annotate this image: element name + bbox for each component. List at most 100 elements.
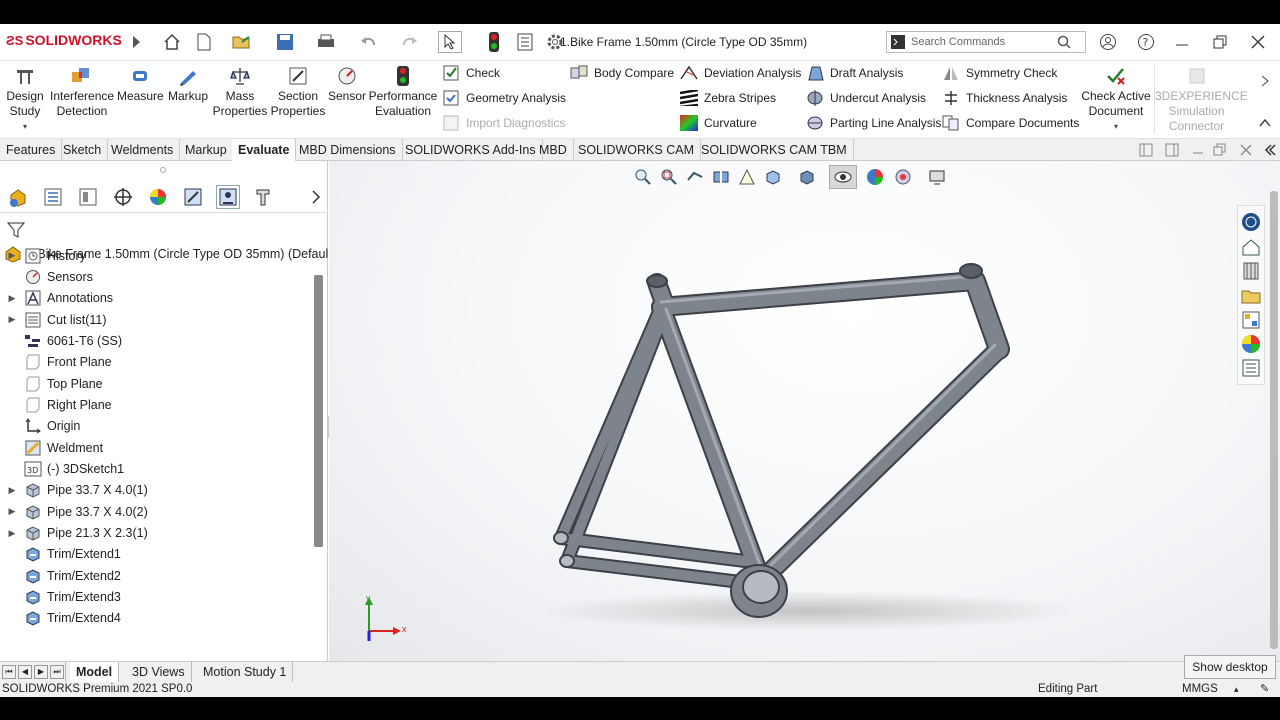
expand-arrow-icon[interactable]: ▶ — [6, 293, 18, 304]
thickness-analysis-button[interactable]: Thickness Analysis — [942, 88, 1067, 108]
curvature-button[interactable]: Curvature — [680, 113, 757, 133]
deviation-analysis-button[interactable]: Deviation Analysis — [680, 63, 801, 83]
tab-motion-study-1[interactable]: Motion Study 1 — [197, 662, 294, 682]
zoom-to-area-icon[interactable] — [659, 167, 679, 187]
zebra-stripes-button[interactable]: Zebra Stripes — [680, 88, 776, 108]
mass-properties-button[interactable]: Mass Properties — [212, 65, 268, 119]
expand-menu-arrow-icon[interactable] — [126, 32, 146, 52]
customize-icon[interactable]: ✎ — [1260, 682, 1269, 697]
expand-arrow-icon[interactable]: ▶ — [6, 528, 18, 539]
tree-vertical-scrollbar[interactable] — [314, 275, 323, 547]
expand-arrow-icon[interactable]: ▶ — [6, 314, 18, 325]
bike-frame-model[interactable] — [509, 231, 1069, 661]
dynamic-annotation-views-icon[interactable] — [737, 167, 757, 187]
display-style-icon[interactable] — [797, 167, 817, 187]
new-document-icon[interactable] — [194, 32, 214, 52]
zoom-to-fit-icon[interactable] — [633, 167, 653, 187]
tab-evaluate[interactable]: Evaluate — [232, 139, 297, 161]
cam-operation-tree-icon[interactable] — [216, 185, 240, 209]
viewport-scrollbar-thumb[interactable] — [1270, 191, 1278, 649]
search-commands-input[interactable]: Search Commands — [886, 31, 1086, 53]
close-icon[interactable] — [1248, 32, 1268, 52]
user-account-icon[interactable] — [1098, 32, 1118, 52]
edit-appearance-icon[interactable] — [865, 167, 885, 187]
view-palette-icon[interactable] — [1241, 310, 1261, 330]
section-properties-button[interactable]: Section Properties — [270, 65, 326, 119]
section-view-icon[interactable] — [711, 167, 731, 187]
cam-feature-tree-icon[interactable] — [181, 185, 205, 209]
tree-node-annotations[interactable]: ▶ Annotations — [0, 288, 113, 309]
tree-node-trim-extend2[interactable]: Trim/Extend2 — [0, 565, 121, 586]
check-button[interactable]: Check — [442, 63, 500, 83]
help-icon[interactable]: ? — [1136, 32, 1156, 52]
panel-grip-icon[interactable] — [160, 167, 166, 173]
tile-left-icon[interactable] — [1136, 140, 1156, 160]
graphics-area[interactable]: y x — [329, 161, 1280, 661]
task-pane-collapse-icon[interactable] — [1262, 140, 1278, 160]
dropdown-arrow-icon[interactable]: ▾ — [4, 119, 46, 134]
tree-node-trim-extend4[interactable]: Trim/Extend4 — [0, 608, 121, 629]
tab-mbd-dimensions[interactable]: MBD Dimensions — [293, 139, 403, 161]
restore-icon[interactable] — [1210, 32, 1230, 52]
save-icon[interactable] — [275, 32, 295, 52]
tab-solidworks-cam-tbm[interactable]: SOLIDWORKS CAM TBM — [695, 139, 854, 161]
tab-3d-views[interactable]: 3D Views — [126, 662, 192, 682]
print-icon[interactable] — [316, 32, 336, 52]
hide-show-items-icon[interactable] — [829, 165, 857, 189]
property-manager-icon[interactable] — [41, 185, 65, 209]
draft-analysis-button[interactable]: Draft Analysis — [806, 63, 903, 83]
view-orientation-icon[interactable] — [763, 167, 783, 187]
appearances-scenes-icon[interactable] — [1241, 334, 1261, 354]
viewport-scrollbar-track[interactable] — [1270, 191, 1278, 649]
tab-markup[interactable]: Markup — [179, 139, 234, 161]
design-library-icon[interactable] — [1241, 261, 1261, 281]
expand-arrow-icon[interactable]: ▶ — [6, 506, 18, 517]
sensor-button[interactable]: Sensor — [328, 65, 366, 104]
doc-restore-icon[interactable] — [1210, 140, 1230, 160]
panel-more-arrow-icon[interactable] — [304, 185, 328, 209]
geometry-analysis-button[interactable]: Geometry Analysis — [442, 88, 566, 108]
unit-dropdown-icon[interactable]: ▴ — [1234, 682, 1239, 697]
tab-sketch[interactable]: Sketch — [57, 139, 109, 161]
next-tab-arrow-icon[interactable]: ▶ — [34, 665, 48, 679]
filter-icon[interactable] — [4, 218, 28, 242]
display-manager-icon[interactable] — [146, 185, 170, 209]
tree-node-right-plane[interactable]: Right Plane — [0, 394, 112, 415]
dropdown-arrow-icon[interactable]: ▾ — [1080, 119, 1152, 134]
tree-node-top-plane[interactable]: Top Plane — [0, 373, 103, 394]
markup-button[interactable]: Markup — [166, 65, 210, 104]
doc-close-icon[interactable] — [1236, 140, 1256, 160]
tree-node-weldment[interactable]: Weldment — [0, 437, 103, 458]
tree-node-pipe-33-7-x-4-0-1[interactable]: ▶ Pipe 33.7 X 4.0(1) — [0, 480, 148, 501]
tree-node-cut-list-11[interactable]: ▶ Cut list(11) — [0, 309, 107, 330]
collapse-ribbon-icon[interactable] — [1258, 113, 1272, 133]
last-tab-arrow-icon[interactable]: ⏭ — [50, 665, 64, 679]
file-properties-icon[interactable] — [515, 32, 535, 52]
doc-minimize-icon[interactable] — [1188, 140, 1208, 160]
tree-node-pipe-21-3-x-2-3-1[interactable]: ▶ Pipe 21.3 X 2.3(1) — [0, 523, 148, 544]
tree-node-trim-extend1[interactable]: Trim/Extend1 — [0, 544, 121, 565]
undercut-analysis-button[interactable]: Undercut Analysis — [806, 88, 926, 108]
tree-node-origin[interactable]: Origin — [0, 416, 80, 437]
tree-node-pipe-33-7-x-4-0-2[interactable]: ▶ Pipe 33.7 X 4.0(2) — [0, 501, 148, 522]
tree-node-3dsketch1[interactable]: 3D (-) 3DSketch1 — [0, 459, 124, 480]
tab-solidworks-cam[interactable]: SOLIDWORKS CAM — [572, 139, 701, 161]
first-tab-arrow-icon[interactable]: ⏮ — [2, 665, 16, 679]
select-pointer-icon[interactable] — [438, 31, 462, 53]
redo-icon[interactable] — [400, 32, 420, 52]
unit-system-button[interactable]: MMGS — [1182, 682, 1218, 697]
dimxpert-manager-icon[interactable] — [111, 185, 135, 209]
tab-solidworks-add-ins[interactable]: SOLIDWORKS Add-Ins — [399, 139, 543, 161]
minimize-icon[interactable] — [1172, 32, 1192, 52]
tile-right-icon[interactable] — [1162, 140, 1182, 160]
check-active-document-button[interactable]: Check Active Document ▾ — [1080, 65, 1152, 134]
interference-detection-button[interactable]: Interference Detection — [50, 65, 114, 119]
undo-icon[interactable] — [358, 32, 378, 52]
tab-weldments[interactable]: Weldments — [105, 139, 181, 161]
3dexperience-marketplace-icon[interactable] — [1241, 212, 1261, 232]
tree-node-trim-extend3[interactable]: Trim/Extend3 — [0, 587, 121, 608]
file-explorer-icon[interactable] — [1241, 286, 1261, 306]
solidworks-resources-icon[interactable] — [1241, 237, 1261, 257]
body-compare-button[interactable]: Body Compare — [570, 63, 674, 83]
design-study-button[interactable]: Design Study ▾ — [4, 65, 46, 134]
